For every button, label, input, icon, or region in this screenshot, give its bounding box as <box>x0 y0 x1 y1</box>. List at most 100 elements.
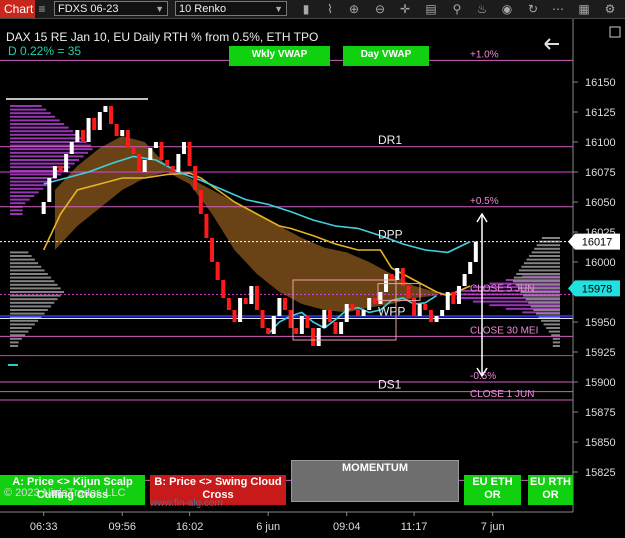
renko-bar <box>333 322 338 334</box>
profile-row <box>513 276 560 279</box>
profile-row <box>10 123 65 125</box>
renko-bar <box>316 328 321 346</box>
renko-bar <box>266 328 271 334</box>
x-axis[interactable]: 06:33 09:56 16:02 6 jun 09:04 11:17 7 jun <box>30 512 505 533</box>
zoom-out-icon[interactable]: ⊖ <box>372 1 388 17</box>
profile-row <box>10 280 55 283</box>
eu-eth-or-button[interactable]: EU ETH OR <box>464 475 521 505</box>
level-label: DPP <box>378 228 403 242</box>
profile-row <box>10 255 32 257</box>
bar-style-icon[interactable]: ▮ <box>298 1 314 17</box>
price-marker-label: 15978 <box>582 283 613 295</box>
instrument-selector[interactable]: FDXS 06-23 ▼ <box>54 1 168 16</box>
y-tick-label: 16100 <box>585 137 616 149</box>
profile-row <box>10 180 53 183</box>
price-chart[interactable]: +1.0% DR1 +0.5% DPP CLOSE 5 JUN WPP CLOSE 30 M… <box>0 0 625 538</box>
profile-row <box>10 312 45 315</box>
profile-row <box>541 237 560 239</box>
y-tick-label: 16075 <box>585 167 616 179</box>
profile-row <box>533 309 560 311</box>
renko-bar <box>417 304 422 316</box>
chart-tools-icon[interactable]: ⌇ <box>322 1 338 17</box>
chart-tab[interactable]: Chart <box>0 0 35 18</box>
profile-row <box>10 276 52 279</box>
day-vwap-button[interactable]: Day VWAP <box>343 46 429 66</box>
renko-bar <box>254 286 259 310</box>
renko-bar <box>389 274 394 280</box>
profile-row <box>10 301 55 304</box>
x-tick-label: 16:02 <box>176 521 204 533</box>
renko-bar <box>243 298 248 304</box>
y-tick-label: 16150 <box>585 77 616 89</box>
profile-row <box>530 305 560 308</box>
momentum-label: MOMENTUM <box>342 462 408 474</box>
renko-bar <box>288 310 293 328</box>
eu-rth-or-button[interactable]: EU RTH OR <box>528 475 573 505</box>
profile-row <box>10 141 87 143</box>
profile-row <box>10 195 35 197</box>
menu-icon[interactable]: ≡ <box>34 1 50 17</box>
profile-row <box>531 251 560 254</box>
renko-bar <box>339 322 344 334</box>
compass-icon[interactable]: ◉ <box>499 1 515 17</box>
wkly-vwap-button[interactable]: Wkly VWAP <box>229 46 330 66</box>
profile-row <box>10 130 74 133</box>
renko-bar <box>92 118 97 130</box>
attach-icon[interactable]: ⚲ <box>449 1 465 17</box>
profile-row <box>10 291 64 293</box>
profile-row <box>10 265 42 268</box>
profile-row <box>10 191 39 194</box>
copyright-notice: © 2023 NinjaTrader, LLC <box>4 487 126 499</box>
bar-type-value: 10 Renko <box>179 3 227 15</box>
renko-bar <box>378 292 383 304</box>
profile-row <box>10 273 48 275</box>
more-icon[interactable]: ⚙ <box>602 1 618 17</box>
renko-bar <box>165 160 170 166</box>
chart-toolbar: Chart ≡ FDXS 06-23 ▼ 10 Renko ▼ ▮ ⌇ ⊕ ⊖ ✛ … <box>0 0 625 19</box>
renko-bar <box>69 142 74 154</box>
y-tick-label: 15900 <box>585 377 616 389</box>
level-label: DS1 <box>378 378 402 392</box>
x-tick-label: 7 jun <box>481 521 505 533</box>
renko-bar <box>75 130 80 142</box>
profile-row <box>526 258 560 261</box>
renko-bar <box>355 310 360 316</box>
chart-title: DAX 15 RE Jan 10, EU Daily RTH % from 0.… <box>6 30 319 44</box>
properties-icon[interactable]: ▤ <box>423 1 439 17</box>
zoom-icon[interactable]: ⊕ <box>346 1 362 17</box>
profile-row <box>10 115 56 118</box>
eu-eth-or-label: EU ETH OR <box>472 476 513 501</box>
renko-bar <box>114 124 119 136</box>
renko-bar <box>148 148 153 160</box>
profile-row <box>10 327 32 329</box>
renko-bar <box>451 292 456 304</box>
renko-bar <box>204 214 209 238</box>
profile-row <box>552 341 560 344</box>
renko-bar <box>456 286 461 304</box>
renko-bar <box>406 286 411 298</box>
renko-bar <box>221 280 226 298</box>
crosshair-icon[interactable]: ✛ <box>397 1 413 17</box>
renko-bar <box>226 298 231 310</box>
profile-row <box>10 133 78 136</box>
y-tick-label: 16000 <box>585 257 616 269</box>
profile-row <box>548 330 560 333</box>
renko-bar <box>350 304 355 310</box>
profile-row <box>512 280 560 283</box>
renko-bar <box>445 292 450 310</box>
profile-row <box>518 269 560 272</box>
grid-icon[interactable]: ▦ <box>576 1 592 17</box>
profile-row <box>10 137 83 140</box>
lines-icon[interactable]: ⋯ <box>550 1 566 17</box>
profile-row <box>528 301 560 304</box>
renko-bar <box>64 154 69 172</box>
flame-icon[interactable]: ♨ <box>474 1 490 17</box>
cycle-icon[interactable]: ↻ <box>525 1 541 17</box>
bar-type-selector[interactable]: 10 Renko ▼ <box>175 1 287 16</box>
renko-bar <box>181 142 186 154</box>
x-tick-label: 06:33 <box>30 521 58 533</box>
profile-row <box>541 319 560 322</box>
profile-row <box>10 298 58 301</box>
profile-row <box>10 148 93 151</box>
momentum-panel[interactable]: MOMENTUM <box>291 460 459 502</box>
